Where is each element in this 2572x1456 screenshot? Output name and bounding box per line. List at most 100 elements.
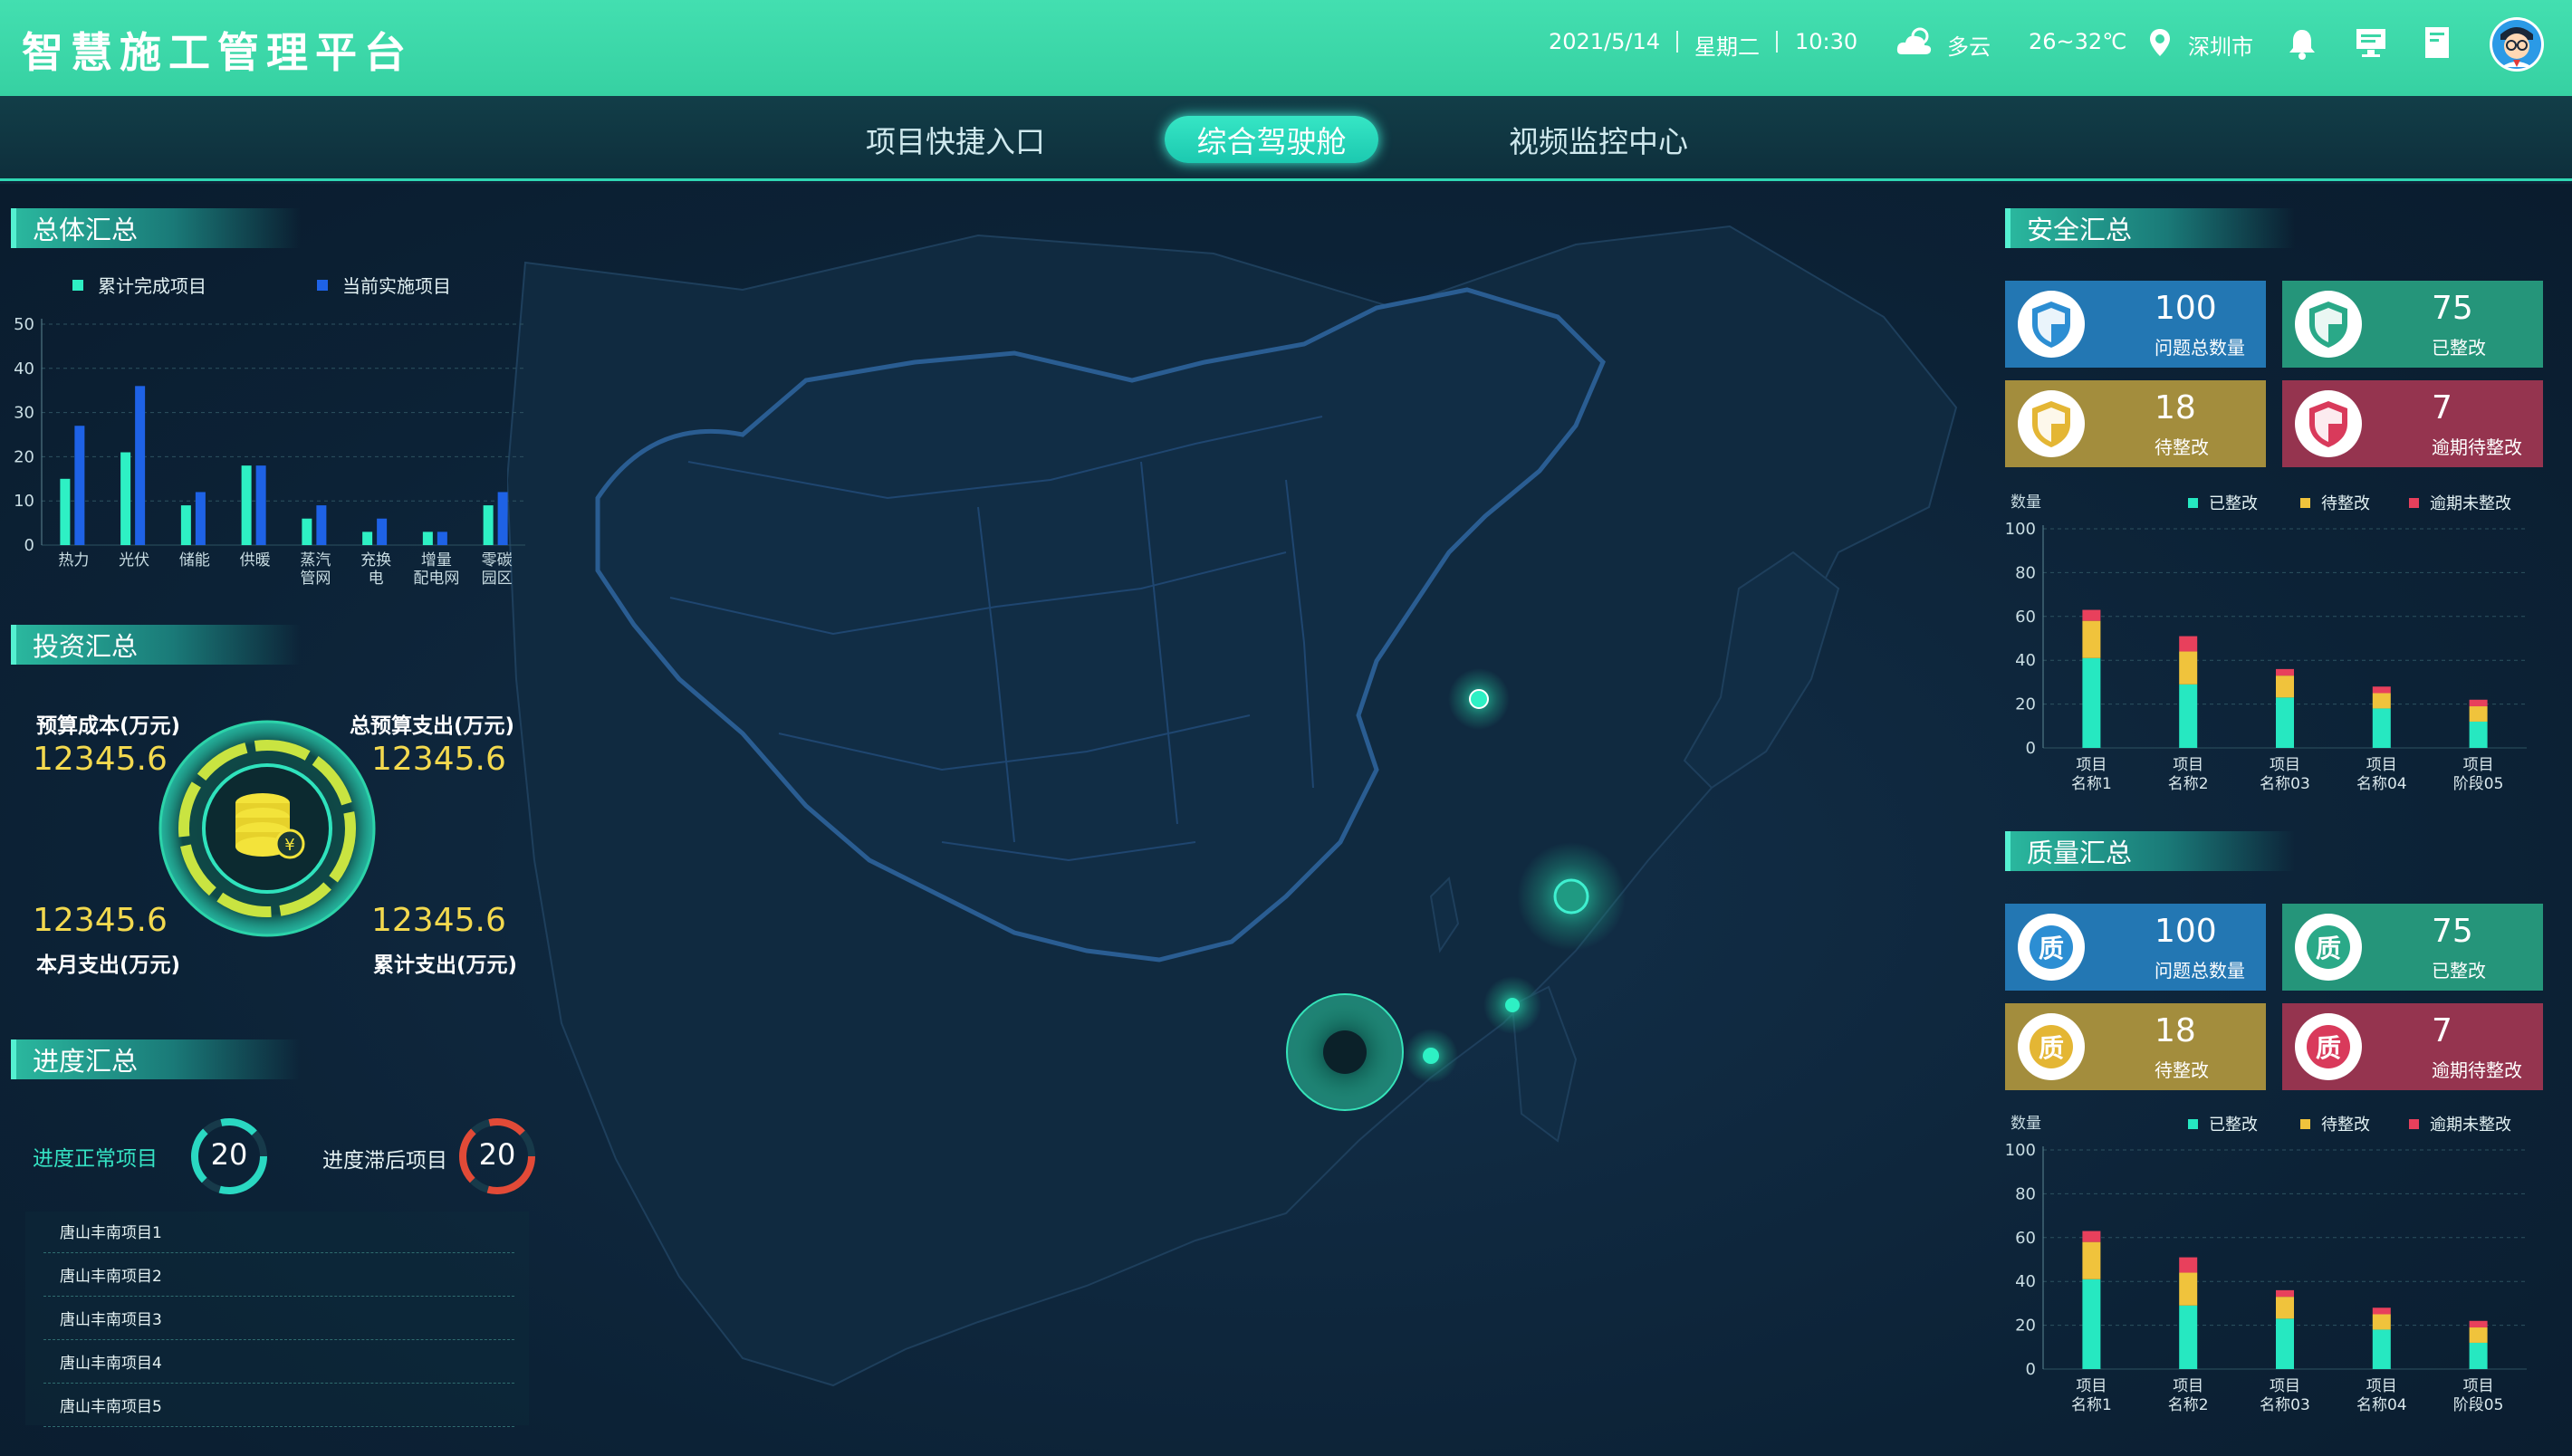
y-tick-label: 20 (2015, 695, 2036, 714)
bar-completed[interactable] (60, 478, 71, 545)
bar-current[interactable] (377, 518, 388, 545)
overview-title: 总体汇总 (11, 208, 301, 248)
safety-stat-card[interactable]: 100 问题总数量 (2005, 281, 2266, 368)
bar-completed[interactable] (241, 465, 252, 545)
stat-label: 问题总数量 (2155, 960, 2245, 982)
stacked-bar-segment[interactable] (2469, 721, 2488, 748)
safety-stat-card[interactable]: 7 逾期待整改 (2282, 380, 2543, 467)
tab-cockpit[interactable]: 综合驾驶舱 (1165, 116, 1378, 163)
bar-current[interactable] (437, 532, 447, 545)
shield-icon (2018, 390, 2085, 457)
china-map[interactable] (507, 208, 2029, 1456)
avatar[interactable] (2489, 16, 2545, 72)
shield-icon (2295, 390, 2362, 457)
stacked-bar-segment[interactable] (2082, 1231, 2101, 1242)
list-item[interactable]: 唐山丰南项目3 (43, 1297, 514, 1340)
stacked-bar-segment[interactable] (2179, 1272, 2198, 1306)
bar-completed[interactable] (483, 505, 494, 545)
progress-title: 进度汇总 (11, 1039, 301, 1079)
x-tick-label: 名称1 (2071, 775, 2112, 793)
legend-completed: 累计完成项目 (72, 272, 206, 298)
quality-stat-card[interactable]: 质 7 逾期待整改 (2282, 1003, 2543, 1090)
bar-completed[interactable] (180, 505, 191, 545)
stat-label: 已整改 (2432, 337, 2486, 359)
stacked-bar-segment[interactable] (2082, 609, 2101, 621)
stacked-bar-segment[interactable] (2179, 1305, 2198, 1369)
stacked-bar-segment[interactable] (2179, 684, 2198, 748)
stacked-bar-segment[interactable] (2372, 686, 2391, 694)
monitor-icon[interactable] (2355, 27, 2387, 58)
city-text: 深圳市 (2188, 34, 2253, 60)
stacked-bar-segment[interactable] (2082, 1279, 2101, 1369)
stat-label: 逾期待整改 (2432, 1059, 2522, 1081)
bar-current[interactable] (195, 492, 206, 545)
stacked-bar-segment[interactable] (2276, 1297, 2294, 1319)
y-tick-label: 40 (2015, 1272, 2036, 1291)
stacked-bar-segment[interactable] (2082, 620, 2101, 658)
x-tick-label: 名称04 (2356, 1396, 2407, 1414)
badge-char: 质 (2315, 934, 2341, 963)
stacked-bar-segment[interactable] (2276, 1318, 2294, 1369)
stacked-bar-segment[interactable] (2276, 668, 2294, 676)
stat-value: 18 (2155, 1012, 2196, 1049)
y-tick-label: 80 (2015, 563, 2036, 582)
list-item[interactable]: 唐山丰南项目5 (43, 1384, 514, 1427)
y-axis-title: 数量 (2011, 493, 2041, 512)
safety-stat-card[interactable]: 18 待整改 (2005, 380, 2266, 467)
stacked-bar-segment[interactable] (2179, 651, 2198, 685)
stacked-bar-segment[interactable] (2469, 699, 2488, 707)
bar-completed[interactable] (120, 452, 131, 545)
stacked-bar-segment[interactable] (2372, 1329, 2391, 1369)
stacked-bar-segment[interactable] (2372, 693, 2391, 709)
x-tick-label: 名称1 (2071, 1396, 2112, 1414)
list-item[interactable]: 唐山丰南项目2 (43, 1253, 514, 1297)
x-tick-label: 名称2 (2168, 1396, 2209, 1414)
quality-stat-card[interactable]: 质 100 问题总数量 (2005, 904, 2266, 991)
stacked-bar-segment[interactable] (2276, 697, 2294, 748)
bar-completed[interactable] (422, 532, 433, 545)
stacked-bar-segment[interactable] (2469, 1327, 2488, 1343)
quality-stat-card[interactable]: 质 18 待整改 (2005, 1003, 2266, 1090)
stacked-bar-segment[interactable] (2276, 675, 2294, 698)
stacked-bar-segment[interactable] (2179, 1257, 2198, 1273)
x-tick-label: 电 (369, 570, 384, 588)
stacked-bar-segment[interactable] (2372, 708, 2391, 748)
bar-current[interactable] (135, 386, 146, 545)
bar-completed[interactable] (302, 518, 312, 545)
stacked-bar-segment[interactable] (2469, 706, 2488, 722)
quality-stat-card[interactable]: 质 75 已整改 (2282, 904, 2543, 991)
stacked-bar-segment[interactable] (2372, 1314, 2391, 1330)
top-bar: 智慧施工管理平台 2021/5/14 星期二 10:30 多云 26~32℃ 深… (0, 0, 2572, 96)
tab-quick-entry[interactable]: 项目快捷入口 (842, 116, 1069, 163)
stat-value: 7 (2432, 1012, 2452, 1049)
list-item[interactable]: 唐山丰南项目4 (43, 1340, 514, 1384)
safety-stat-card[interactable]: 75 已整改 (2282, 281, 2543, 368)
tab-video-monitor[interactable]: 视频监控中心 (1485, 116, 1712, 163)
bar-current[interactable] (255, 465, 266, 545)
shield-icon (2295, 291, 2362, 358)
y-tick-label: 100 (2005, 520, 2036, 539)
stacked-bar-segment[interactable] (2372, 1308, 2391, 1315)
stacked-bar-segment[interactable] (2469, 1320, 2488, 1328)
stacked-bar-segment[interactable] (2179, 636, 2198, 652)
stacked-bar-segment[interactable] (2469, 1342, 2488, 1369)
stat-value: 7 (2432, 389, 2452, 426)
y-tick-label: 20 (14, 447, 34, 466)
stacked-bar-segment[interactable] (2276, 1289, 2294, 1298)
bar-current[interactable] (316, 505, 327, 545)
bell-icon[interactable] (2288, 27, 2317, 60)
list-item[interactable]: 唐山丰南项目1 (43, 1210, 514, 1253)
x-tick-label: 项目 (2463, 756, 2494, 774)
y-tick-label: 50 (14, 315, 34, 334)
normal-progress-count: 20 (210, 1137, 248, 1172)
stacked-bar-segment[interactable] (2082, 1241, 2101, 1279)
total-budget-value: 12345.6 (371, 741, 506, 778)
stacked-bar-segment[interactable] (2082, 657, 2101, 748)
x-tick-label: 项目 (2173, 756, 2203, 774)
document-icon[interactable] (2423, 25, 2451, 60)
bar-current[interactable] (497, 492, 508, 545)
bar-completed[interactable] (362, 532, 373, 545)
y-tick-label: 40 (14, 359, 34, 378)
investment-title: 投资汇总 (11, 625, 301, 665)
bar-current[interactable] (74, 426, 85, 545)
